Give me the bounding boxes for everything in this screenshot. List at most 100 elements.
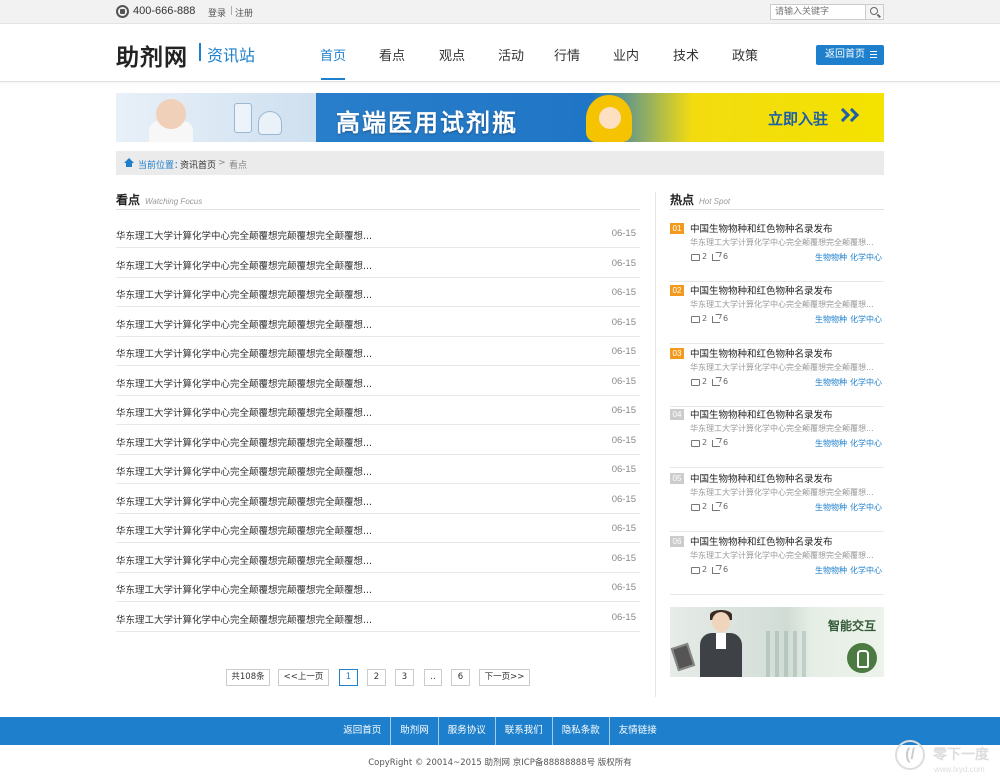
hot-tag-link-2[interactable]: 化学中心 xyxy=(850,252,882,263)
news-title-link[interactable]: 华东理工大学计算化学中心完全颠覆想完颠覆想完全颠覆想... xyxy=(116,317,372,331)
hot-title-link[interactable]: 中国生物物种和红色物种名录发布 xyxy=(690,407,833,421)
news-title-link[interactable]: 华东理工大学计算化学中心完全颠覆想完颠覆想完全颠覆想... xyxy=(116,494,372,508)
nav-item-tech[interactable]: 技术 xyxy=(664,45,708,80)
news-row[interactable]: 华东理工大学计算化学中心完全颠覆想完颠覆想完全颠覆想... 06-15 xyxy=(116,308,640,337)
nav-item-watch[interactable]: 看点 xyxy=(370,45,414,80)
breadcrumb-arrow: > xyxy=(218,158,226,168)
news-row[interactable]: 华东理工大学计算化学中心完全颠覆想完颠覆想完全颠覆想... 06-15 xyxy=(116,603,640,632)
news-row[interactable]: 华东理工大学计算化学中心完全颠覆想完颠覆想完全颠覆想... 06-15 xyxy=(116,278,640,307)
register-link[interactable]: 注册 xyxy=(235,6,253,19)
news-row[interactable]: 华东理工大学计算化学中心完全颠覆想完颠覆想完全颠覆想... 06-15 xyxy=(116,367,640,396)
hot-tag-link-2[interactable]: 化学中心 xyxy=(850,377,882,388)
share-icon[interactable] xyxy=(712,440,720,447)
login-link[interactable]: 登录 xyxy=(208,6,226,19)
news-title-link[interactable]: 华东理工大学计算化学中心完全颠覆想完颠覆想完全颠覆想... xyxy=(116,405,372,419)
hot-tag-link[interactable]: 生物物种 xyxy=(815,377,847,388)
footer-link-contact[interactable]: 联系我们 xyxy=(494,717,552,745)
news-title-link[interactable]: 华东理工大学计算化学中心完全颠覆想完颠覆想完全颠覆想... xyxy=(116,435,372,449)
breadcrumb-home-link[interactable]: 资讯首页 xyxy=(180,158,216,171)
news-title-link[interactable]: 华东理工大学计算化学中心完全颠覆想完颠覆想完全颠覆想... xyxy=(116,376,372,390)
hot-title-link[interactable]: 中国生物物种和红色物种名录发布 xyxy=(690,346,833,360)
news-title-link[interactable]: 华东理工大学计算化学中心完全颠覆想完颠覆想完全颠覆想... xyxy=(116,582,372,596)
home-icon xyxy=(124,158,134,167)
page-button-1[interactable]: 1 xyxy=(339,669,358,686)
footer-link-privacy[interactable]: 隐私条款 xyxy=(551,717,609,745)
nav-item-events[interactable]: 活动 xyxy=(489,45,533,80)
comment-icon xyxy=(691,254,700,261)
phone-icon xyxy=(116,5,129,18)
news-title-link[interactable]: 华东理工大学计算化学中心完全颠覆想完颠覆想完全颠覆想... xyxy=(116,346,372,360)
ad-banner[interactable]: 高端医用试剂瓶 立即入驻 xyxy=(116,93,884,142)
news-row[interactable]: 华东理工大学计算化学中心完全颠覆想完颠覆想完全颠覆想... 06-15 xyxy=(116,485,640,514)
hot-tag-link-2[interactable]: 化学中心 xyxy=(850,438,882,449)
comment-icon xyxy=(691,504,700,511)
hot-title-link[interactable]: 中国生物物种和红色物种名录发布 xyxy=(690,534,833,548)
share-icon[interactable] xyxy=(712,316,720,323)
share-icon[interactable] xyxy=(712,254,720,261)
hot-tag-link-2[interactable]: 化学中心 xyxy=(850,314,882,325)
breadcrumb: 当前位置： 资讯首页 > 看点 xyxy=(116,151,884,175)
news-row[interactable]: 华东理工大学计算化学中心完全颠覆想完颠覆想完全颠覆想... 06-15 xyxy=(116,396,640,425)
page-button-3[interactable]: 3 xyxy=(395,669,414,686)
page-button-last[interactable]: 6 xyxy=(451,669,470,686)
site-logo[interactable]: 助剂网 xyxy=(116,38,188,72)
nav-item-home[interactable]: 首页 xyxy=(311,45,355,80)
news-row[interactable]: 华东理工大学计算化学中心完全颠覆想完颠覆想完全颠覆想... 06-15 xyxy=(116,455,640,484)
flask-icon xyxy=(234,103,252,133)
nav-item-opinion[interactable]: 观点 xyxy=(430,45,474,80)
news-title-link[interactable]: 华东理工大学计算化学中心完全颠覆想完颠覆想完全颠覆想... xyxy=(116,228,372,242)
news-row[interactable]: 华东理工大学计算化学中心完全颠覆想完颠覆想完全颠覆想... 06-15 xyxy=(116,514,640,543)
pagination-total: 共108条 xyxy=(226,669,270,686)
hot-tag-link-2[interactable]: 化学中心 xyxy=(850,502,882,513)
news-row[interactable]: 华东理工大学计算化学中心完全颠覆想完颠覆想完全颠覆想... 06-15 xyxy=(116,337,640,366)
side-ad[interactable]: 智能交互 xyxy=(670,607,884,677)
news-date: 06-15 xyxy=(611,375,636,387)
hot-item: 01 中国生物物种和红色物种名录发布 华东理工大学计算化学中心完全颠覆想完全颠覆想.… xyxy=(670,220,884,282)
news-row[interactable]: 华东理工大学计算化学中心完全颠覆想完颠覆想完全颠覆想... 06-15 xyxy=(116,219,640,248)
news-title-link[interactable]: 华东理工大学计算化学中心完全颠覆想完颠覆想完全颠覆想... xyxy=(116,553,372,567)
hot-title-link[interactable]: 中国生物物种和红色物种名录发布 xyxy=(690,283,833,297)
news-title-link[interactable]: 华东理工大学计算化学中心完全颠覆想完颠覆想完全颠覆想... xyxy=(116,464,372,478)
side-ad-title: 智能交互 xyxy=(828,619,877,633)
footer-link-friends[interactable]: 友情链接 xyxy=(608,717,666,745)
news-row[interactable]: 华东理工大学计算化学中心完全颠覆想完颠覆想完全颠覆想... 06-15 xyxy=(116,426,640,455)
hot-tag-link[interactable]: 生物物种 xyxy=(815,438,847,449)
search-button[interactable] xyxy=(865,5,883,19)
news-title-link[interactable]: 华东理工大学计算化学中心完全颠覆想完颠覆想完全颠覆想... xyxy=(116,287,372,301)
scientist-head xyxy=(156,99,186,129)
search-input[interactable] xyxy=(771,5,867,19)
hot-tag-link[interactable]: 生物物种 xyxy=(815,502,847,513)
hot-title-link[interactable]: 中国生物物种和红色物种名录发布 xyxy=(690,471,833,485)
footer-link-home[interactable]: 返回首页 xyxy=(334,717,390,745)
hot-tag-link[interactable]: 生物物种 xyxy=(815,565,847,576)
prev-page-button[interactable]: <<上一页 xyxy=(278,669,329,686)
footer-link-terms[interactable]: 服务协议 xyxy=(437,717,495,745)
share-icon[interactable] xyxy=(712,504,720,511)
next-page-button[interactable]: 下一页>> xyxy=(479,669,530,686)
news-row[interactable]: 华东理工大学计算化学中心完全颠覆想完颠覆想完全颠覆想... 06-15 xyxy=(116,573,640,602)
news-row[interactable]: 华东理工大学计算化学中心完全颠覆想完颠覆想完全颠覆想... 06-15 xyxy=(116,249,640,278)
banner-cta[interactable]: 立即入驻 xyxy=(768,108,828,129)
back-home-button[interactable]: 返回首页 xyxy=(816,45,884,65)
hot-item: 06 中国生物物种和红色物种名录发布 华东理工大学计算化学中心完全颠覆想完全颠覆想.… xyxy=(670,533,884,595)
footer-link-site[interactable]: 助剂网 xyxy=(390,717,438,745)
nav-item-industry[interactable]: 业内 xyxy=(604,45,648,80)
hot-description: 华东理工大学计算化学中心完全颠覆想完全颠覆想... xyxy=(690,300,874,309)
hot-tag-link-2[interactable]: 化学中心 xyxy=(850,565,882,576)
news-date: 06-15 xyxy=(611,316,636,328)
news-row[interactable]: 华东理工大学计算化学中心完全颠覆想完颠覆想完全颠覆想... 06-15 xyxy=(116,544,640,573)
nav-item-market[interactable]: 行情 xyxy=(545,45,589,80)
page-button-2[interactable]: 2 xyxy=(367,669,386,686)
hot-tag-link[interactable]: 生物物种 xyxy=(815,314,847,325)
share-icon[interactable] xyxy=(712,379,720,386)
section-subtitle: Watching Focus xyxy=(145,197,203,206)
news-title-link[interactable]: 华东理工大学计算化学中心完全颠覆想完颠覆想完全颠覆想... xyxy=(116,258,372,272)
news-title-link[interactable]: 华东理工大学计算化学中心完全颠覆想完颠覆想完全颠覆想... xyxy=(116,612,372,626)
nav-item-policy[interactable]: 政策 xyxy=(723,45,767,80)
news-date: 06-15 xyxy=(611,582,636,593)
news-title-link[interactable]: 华东理工大学计算化学中心完全颠覆想完颠覆想完全颠覆想... xyxy=(116,523,372,537)
share-icon[interactable] xyxy=(712,567,720,574)
hot-title-link[interactable]: 中国生物物种和红色物种名录发布 xyxy=(690,221,833,235)
top-bar: 400-666-888 登录 | 注册 xyxy=(0,0,1000,24)
hot-tag-link[interactable]: 生物物种 xyxy=(815,252,847,263)
